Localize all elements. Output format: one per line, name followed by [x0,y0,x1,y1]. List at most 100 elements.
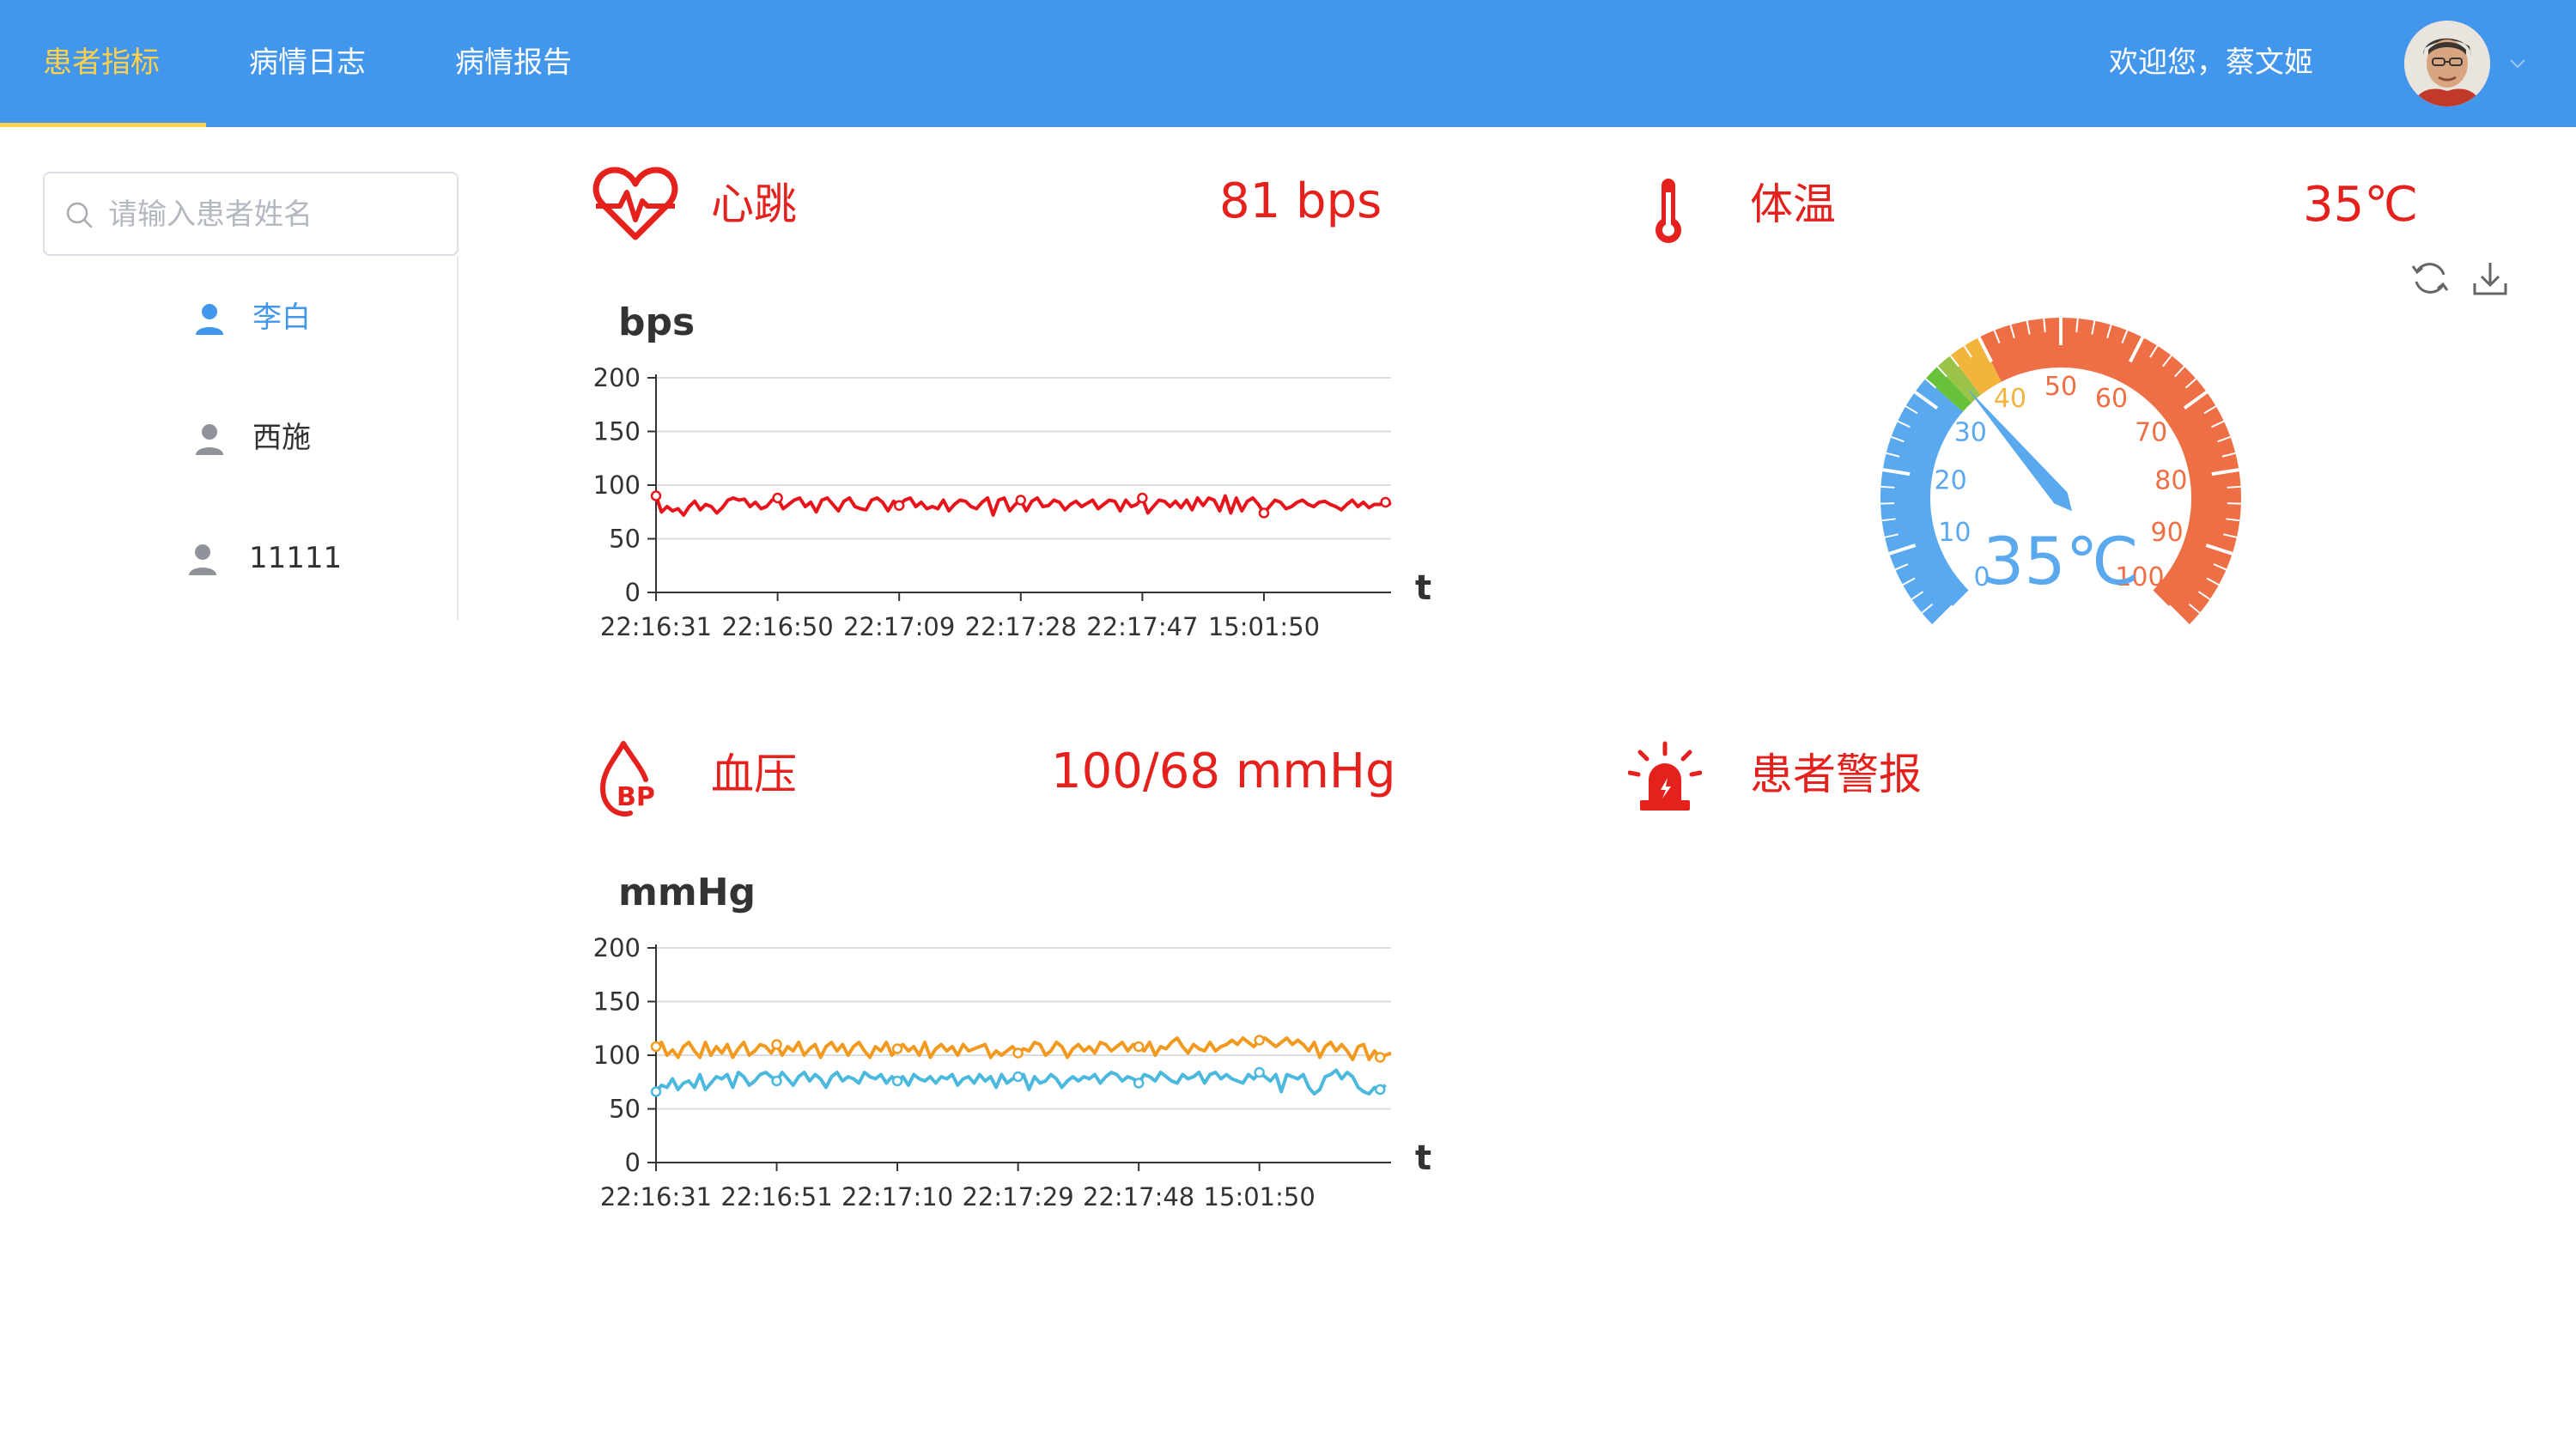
gauge-band [1880,379,1969,626]
data-point [1254,1035,1265,1046]
tab-condition-log[interactable]: 病情日志 [249,0,366,127]
x-tick-label: 15:01:50 [1208,612,1320,641]
data-point [891,1043,903,1054]
y-tick-label: 150 [593,417,641,446]
blood-pressure-line-chart: mmHg 0 50 100 150 200 t 22:16:31 22:16:51 22:17:1… [593,871,1431,1211]
blood-pressure-icon: BP [599,741,655,817]
gauge-axis-label: 90 [2151,518,2184,548]
y-tick-label: 200 [593,363,641,392]
gauge-axis-label: 10 [1938,518,1971,548]
data-point [1012,1071,1024,1083]
data-point [893,500,905,511]
y-tick-label: 200 [593,933,641,962]
data-point [650,490,662,501]
patient-name: 李白 [252,301,311,335]
tab-patient-indicators[interactable]: 患者指标 [43,0,160,127]
data-point [1374,1084,1386,1096]
data-point [650,1086,662,1097]
download-icon[interactable] [2470,258,2511,299]
data-point [1015,495,1027,506]
thermometer-icon [1656,179,1681,243]
patient-item-xishi[interactable]: 西施 [43,397,459,483]
patient-name: 11111 [249,541,343,575]
active-tab-underline [0,123,206,127]
gauge-tick [1880,485,1895,489]
x-tick-label: 22:16:31 [600,612,712,641]
heartbeat-line-chart: bps 0 50 100 150 200 t 22:16:31 22:16:50 22:17:09… [593,301,1431,641]
data-point [1258,507,1270,519]
gauge-axis-label: 70 [2135,418,2167,448]
data-point [1254,1066,1265,1078]
user-icon [196,304,223,335]
x-tick-label: 22:17:29 [962,1182,1073,1211]
gauge-axis-label: 50 [2044,372,2077,402]
patient-item-libai[interactable]: 李白 [43,276,459,362]
heartbeat-icon [592,167,678,240]
patient-name: 西施 [252,421,311,455]
heartbeat-value: 81 bps [1219,173,1382,229]
y-tick-label: 100 [593,471,641,500]
patient-item-11111[interactable]: 11111 [43,517,459,603]
y-axis-label: bps [618,301,695,344]
x-axis-label: t [1415,568,1431,608]
patient-search-input[interactable] [106,187,445,242]
gauge-tick [1880,502,1895,505]
data-point [771,1075,782,1087]
data-point [1374,1052,1386,1063]
data-point [1012,1047,1024,1059]
gauge-tick [2227,485,2241,489]
gauge-tick [2227,502,2241,505]
data-point [1133,1078,1145,1089]
tab-condition-report[interactable]: 病情报告 [455,0,572,127]
gauge-axis-label: 80 [2154,466,2187,496]
top-nav-bar: 患者指标 病情日志 病情报告 欢迎您，蔡文姬 [0,0,2576,127]
y-tick-label: 0 [625,1148,641,1177]
avatar[interactable] [2404,21,2490,106]
data-point [891,1075,903,1087]
heartbeat-title: 心跳 [711,179,797,229]
x-tick-label: 22:16:51 [720,1182,832,1211]
temperature-value: 35℃ [2303,177,2419,233]
data-point [1137,492,1148,504]
data-point [650,1041,662,1053]
data-point [771,1039,782,1050]
blood-pressure-value: 100/68 mmHg [1051,744,1396,799]
y-axis-label: mmHg [618,871,756,914]
x-tick-label: 22:17:09 [843,612,955,641]
gauge-axis-label: 20 [1935,466,1967,496]
user-icon [189,544,216,575]
x-tick-label: 22:17:48 [1083,1182,1194,1211]
patient-search-box[interactable] [43,172,459,256]
gauge-axis-label: 40 [1994,384,2026,414]
user-icon [196,424,223,455]
gauge-detail-value: 35℃ [1983,523,2139,599]
alarm-siren-icon [1628,741,1702,811]
avatar-image [2404,21,2490,106]
svg-text:BP: BP [617,782,655,812]
blood-pressure-title: 血压 [711,750,797,799]
temperature-gauge: 010203040 50 6070809010035℃ [1880,318,2241,627]
chevron-down-icon[interactable] [2507,53,2528,74]
y-tick-label: 0 [625,578,641,607]
y-tick-label: 100 [593,1041,641,1070]
y-tick-label: 50 [609,525,641,554]
x-tick-label: 22:17:28 [965,612,1077,641]
y-tick-label: 50 [609,1095,641,1124]
y-tick-label: 150 [593,987,641,1017]
x-tick-label: 22:16:31 [600,1182,712,1211]
x-tick-label: 22:17:47 [1086,612,1198,641]
data-point [1133,1041,1145,1053]
x-tick-label: 22:17:10 [841,1182,953,1211]
x-tick-label: 15:01:50 [1204,1182,1315,1211]
x-tick-label: 22:16:50 [721,612,833,641]
series-line [654,1036,1392,1061]
gauge-axis-label: 60 [2095,384,2128,414]
gauge-axis-label: 30 [1954,418,1987,448]
refresh-icon[interactable] [2409,258,2451,299]
x-axis-label: t [1415,1139,1431,1178]
search-icon [66,202,93,228]
alarm-title: 患者警报 [1750,750,1922,799]
data-point [1380,496,1391,508]
welcome-text: 欢迎您，蔡文姬 [2109,46,2313,80]
data-point [772,492,783,504]
